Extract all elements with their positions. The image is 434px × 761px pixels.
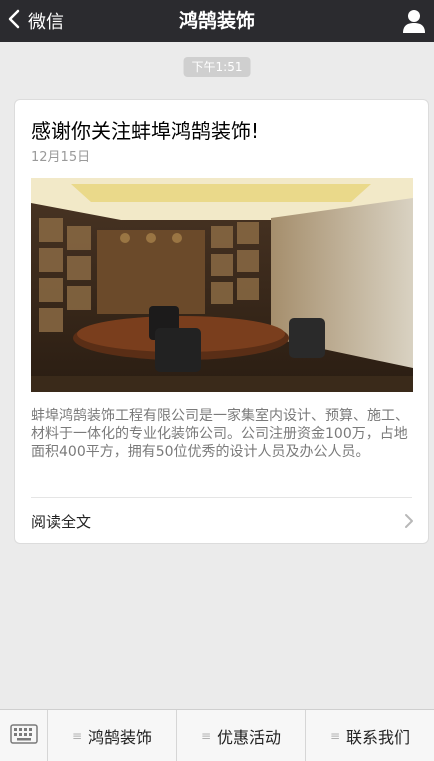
page-title: 鸿鹄装饰 <box>178 10 255 32</box>
top-navigation-bar: 微信 鸿鹄装饰 <box>0 0 434 42</box>
keyboard-icon <box>9 723 38 748</box>
menu-lines-icon: ≡ <box>329 728 341 743</box>
article-date: 12月15日 <box>31 150 91 165</box>
menu-item-hongu-decoration[interactable]: ≡ 鸿鹄装饰 <box>48 710 177 761</box>
menu-item-label: 优惠活动 <box>217 727 282 747</box>
profile-button[interactable] <box>400 7 428 35</box>
message-timestamp: 下午1:51 <box>183 57 251 77</box>
menu-item-promotions[interactable]: ≡ 优惠活动 <box>177 710 306 761</box>
bottom-menu-bar: ≡ 鸿鹄装饰 ≡ 优惠活动 ≡ 联系我们 <box>0 709 434 761</box>
menu-item-label: 鸿鹄装饰 <box>88 727 153 747</box>
article-summary: 蚌埠鸿鹄装饰工程有限公司是一家集室内设计、预算、施工、材料于一体化的专业化装饰公… <box>31 408 409 460</box>
read-more-link[interactable]: 阅读全文 <box>15 498 428 544</box>
back-button[interactable]: 微信 <box>6 0 64 42</box>
menu-item-contact-us[interactable]: ≡ 联系我们 <box>306 710 434 761</box>
article-cover-image[interactable] <box>31 178 413 392</box>
back-label: 微信 <box>28 12 64 33</box>
person-icon <box>400 10 428 39</box>
chevron-right-icon <box>404 513 414 529</box>
read-more-label: 阅读全文 <box>31 513 92 531</box>
menu-item-label: 联系我们 <box>346 727 411 747</box>
menu-lines-icon: ≡ <box>71 728 83 743</box>
menu-lines-icon: ≡ <box>200 728 212 743</box>
chevron-left-icon <box>6 9 22 33</box>
article-title[interactable]: 感谢你关注蚌埠鸿鹄装饰! <box>31 115 414 144</box>
article-card[interactable]: 感谢你关注蚌埠鸿鹄装饰! 12月15日 蚌埠鸿鹄装饰工程有限公司是一家集室内设计… <box>14 99 429 544</box>
keyboard-toggle-button[interactable] <box>0 710 48 761</box>
